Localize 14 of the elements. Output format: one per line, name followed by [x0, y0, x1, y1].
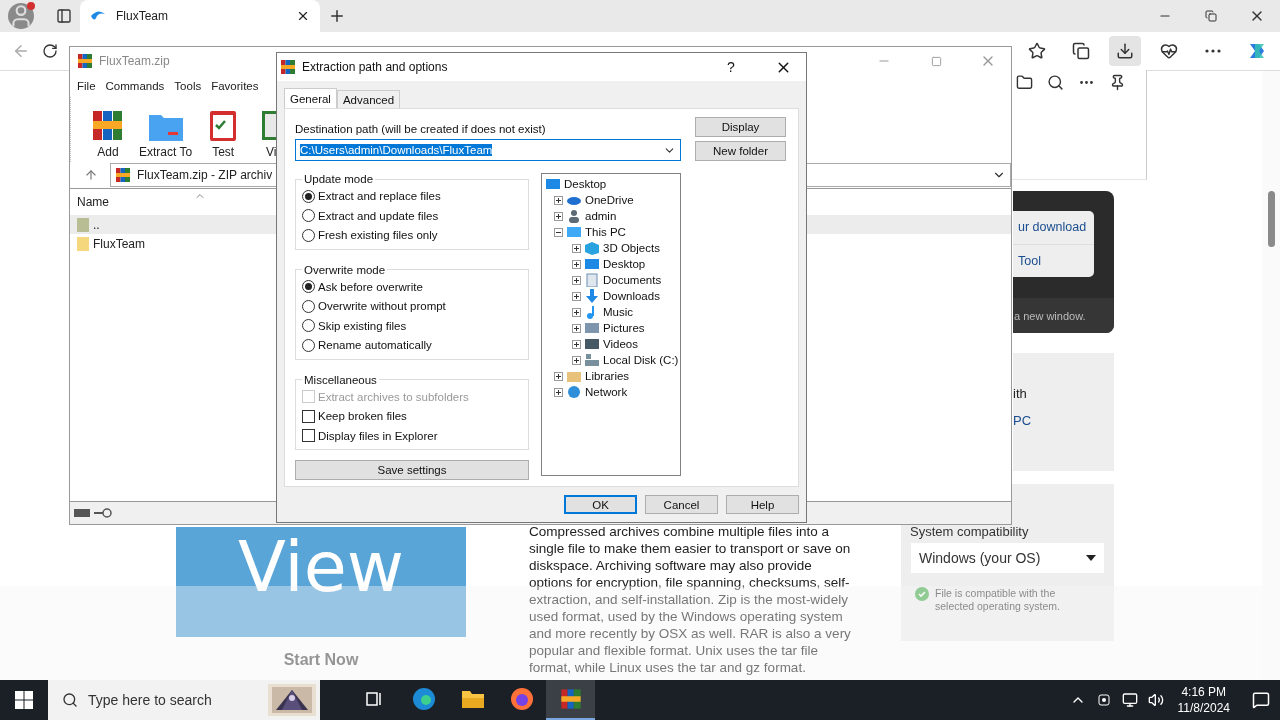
- info-text: ith: [1013, 386, 1028, 401]
- compatibility-note: File is compatible with the selected operating system.: [935, 587, 1061, 613]
- window-title: FluxTeam.zip: [99, 54, 170, 68]
- window-note: a new window.: [1013, 298, 1114, 333]
- description-paragraph: Compressed archives combine multiple files into a single file to make them easier to transport or save on diskspace. Archiving software may also provide options for encryption, file spanning, checksums, self- extraction, and self-installation. Zip is the most-widely used format, used by the Windows operating system and more recently by OSX as well. RAR is also a very popular and flexible format. Unix uses the tar file format, while Linux uses the tar and gz format.: [529, 523, 851, 676]
- time-text: 4:16 PM: [1181, 684, 1227, 700]
- destination-label: Destination path (will be created if does not exist): [295, 123, 547, 135]
- group-title: Update mode: [303, 173, 375, 185]
- compatibility-title: System compatibility: [910, 524, 1030, 539]
- group-title: Overwrite mode: [303, 263, 387, 276]
- tab-title: FluxTeam: [116, 9, 169, 23]
- date-text: 11/8/2024: [1177, 700, 1230, 716]
- dialog-title: Extraction path and options: [302, 60, 448, 74]
- group-title: Miscellaneous: [303, 373, 378, 386]
